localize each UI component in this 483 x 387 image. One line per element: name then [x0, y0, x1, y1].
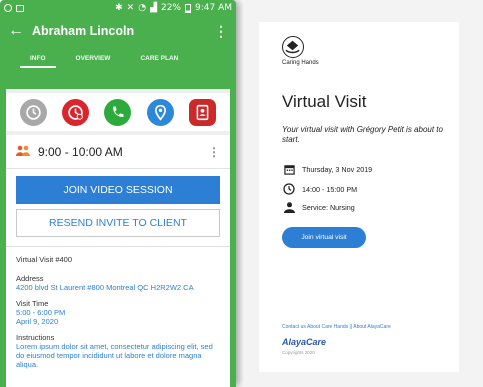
caregivers-icon [16, 143, 30, 161]
join-virtual-visit-button[interactable]: Join virtual visit [282, 227, 366, 248]
visit-time-value: 5:00 - 6:00 PM [16, 308, 66, 317]
instructions-label: Instructions [16, 333, 55, 342]
content-area: 9:00 - 10:00 AM ⋮ JOIN VIDEO SESSION RES… [6, 89, 230, 387]
caregiver-icon [282, 202, 296, 213]
visit-time: 14:00 - 15:00 PM [302, 184, 358, 194]
visit-time-row: 9:00 - 10:00 AM ⋮ [6, 135, 230, 169]
bluetooth-icon: ✱ [115, 3, 123, 13]
join-video-session-button[interactable]: JOIN VIDEO SESSION [16, 176, 220, 204]
visit-time-range: 9:00 - 10:00 AM [38, 144, 123, 159]
clock-icon[interactable] [19, 98, 47, 126]
more-vert-icon[interactable]: ⋮ [214, 23, 228, 40]
phone-app: ✱ ✕ ◔ ▟ 22% 9:47 AM ← Abraham Lincoln ⋮ … [0, 0, 236, 387]
footer-links[interactable]: Contact us About Care Hands || About Ala… [282, 324, 391, 330]
battery-icon [185, 3, 191, 13]
alayacare-logo: AlayaCare [282, 337, 326, 347]
image-icon [16, 4, 24, 12]
tab-info[interactable]: INFO [20, 55, 56, 68]
email-card: Caring Hands Virtual Visit Your virtual … [259, 22, 459, 372]
email-message: Your virtual visit with Grégory Petit is… [282, 125, 443, 144]
visit-date: Thursday, 3 Nov 2019 [302, 165, 373, 174]
action-icons-card [6, 93, 230, 131]
divider [6, 246, 230, 247]
battery-percent: 22% [160, 3, 181, 13]
service-type: Service: Nursing [302, 203, 355, 212]
phone-icon[interactable] [104, 98, 132, 126]
tab-care-plan[interactable]: CARE PLAN [130, 55, 188, 68]
visit-date-value: April 9, 2020 [16, 317, 59, 326]
arrow-left-icon[interactable]: ← [8, 22, 26, 40]
brand-name: Caring Hands [282, 60, 319, 66]
resend-invite-button[interactable]: RESEND INVITE TO CLIENT [16, 209, 220, 237]
service-row: Service: Nursing [282, 202, 355, 213]
visit-card: 9:00 - 10:00 AM ⋮ JOIN VIDEO SESSION RES… [6, 135, 230, 387]
address-value[interactable]: 4200 blvd St Laurent #800 Montreal QC H2… [16, 283, 222, 292]
signal-icon: ▟ [150, 3, 157, 13]
email-heading: Virtual Visit [282, 92, 367, 111]
caring-hands-logo [282, 36, 304, 58]
wifi-icon: ◔ [138, 3, 147, 13]
clock-time: 9:47 AM [195, 3, 232, 13]
visit-title: Virtual Visit #400 [16, 255, 73, 264]
date-row: Thursday, 3 Nov 2019 [282, 164, 372, 175]
time-row: 14:00 - 15:00 PM [282, 183, 357, 195]
clock-off-icon[interactable] [62, 98, 90, 126]
contacts-icon[interactable] [189, 98, 217, 126]
mute-icon: ✕ [126, 3, 135, 13]
sync-icon [4, 4, 12, 12]
alayacare-logo-text: AlayaCare [282, 337, 327, 347]
location-icon[interactable] [146, 98, 174, 126]
app-bar-title: Abraham Lincoln [32, 24, 135, 38]
copyright: Copyrights 2020 [282, 350, 315, 355]
instructions-value: Lorem ipsum dolor sit amet, consectetur … [16, 342, 213, 369]
visit-time-label: Visit Time [16, 299, 49, 308]
tab-bar: INFO OVERVIEW CARE PLAN [0, 46, 236, 68]
tab-overview[interactable]: OVERVIEW [66, 55, 121, 68]
more-vert-icon[interactable]: ⋮ [208, 145, 220, 159]
visit-details: Virtual Visit #400 Address 4200 blvd St … [16, 255, 222, 376]
address-label: Address [16, 274, 44, 283]
clock-icon [282, 183, 296, 195]
calendar-icon [282, 164, 296, 175]
status-bar: ✱ ✕ ◔ ▟ 22% 9:47 AM [0, 0, 236, 16]
app-bar: ← Abraham Lincoln ⋮ [0, 16, 236, 46]
